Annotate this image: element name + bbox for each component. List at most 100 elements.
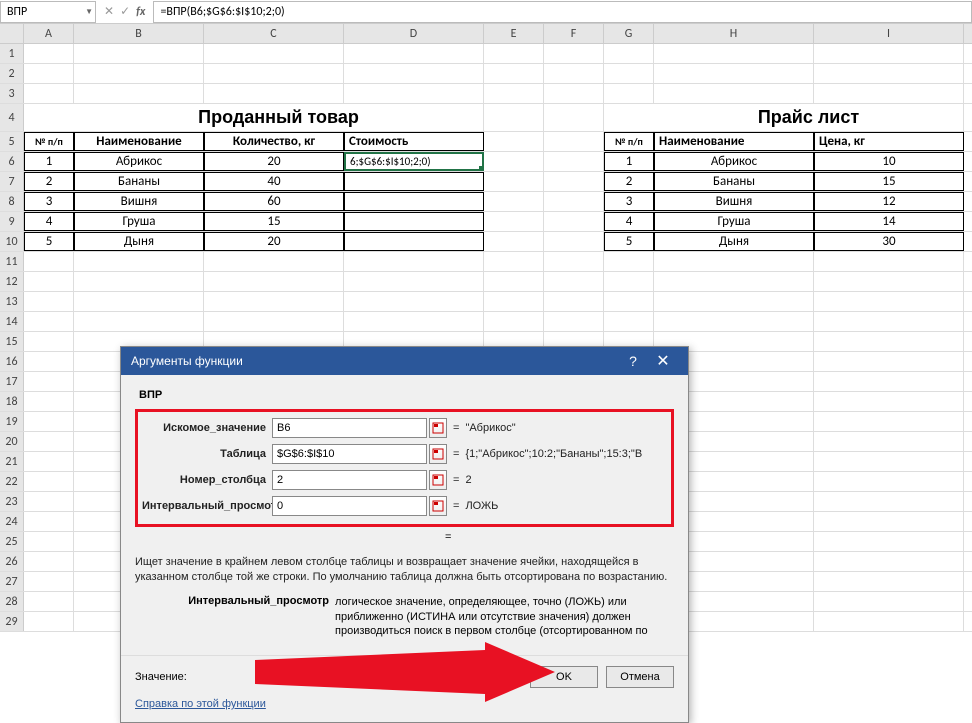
cell-A18[interactable]: [24, 392, 74, 411]
cell-D1[interactable]: [344, 44, 484, 63]
cell-B6[interactable]: Абрикос: [74, 152, 204, 171]
cell-C1[interactable]: [204, 44, 344, 63]
col-header-H[interactable]: H: [654, 24, 814, 43]
cell-I17[interactable]: [814, 372, 964, 391]
cell-I9[interactable]: 14: [814, 212, 964, 231]
cell-I23[interactable]: [814, 492, 964, 511]
cell-B13[interactable]: [74, 292, 204, 311]
ok-button[interactable]: OK: [530, 666, 598, 688]
cell-A11[interactable]: [24, 252, 74, 271]
cell-D2[interactable]: [344, 64, 484, 83]
cell-E6[interactable]: [484, 152, 544, 171]
cell-B1[interactable]: [74, 44, 204, 63]
dialog-close-icon[interactable]: ✕: [648, 351, 678, 371]
cell-E1[interactable]: [484, 44, 544, 63]
row-header-6[interactable]: 6: [0, 152, 24, 171]
cell-H1[interactable]: [654, 44, 814, 63]
range-picker-icon[interactable]: [429, 470, 447, 490]
cell-I21[interactable]: [814, 452, 964, 471]
cell-A16[interactable]: [24, 352, 74, 371]
accept-formula-icon[interactable]: ✓: [120, 4, 130, 19]
cell-A10[interactable]: 5: [24, 232, 74, 251]
cell-A14[interactable]: [24, 312, 74, 331]
cell-I6[interactable]: 10: [814, 152, 964, 171]
cell-A12[interactable]: [24, 272, 74, 291]
col-header-E[interactable]: E: [484, 24, 544, 43]
row-header-7[interactable]: 7: [0, 172, 24, 191]
cell-A1[interactable]: [24, 44, 74, 63]
row-header-10[interactable]: 10: [0, 232, 24, 251]
cell-A8[interactable]: 3: [24, 192, 74, 211]
name-box-dropdown-icon[interactable]: ▼: [85, 7, 93, 17]
cell-A20[interactable]: [24, 432, 74, 451]
cell-I28[interactable]: [814, 592, 964, 611]
select-all-corner[interactable]: [0, 24, 24, 43]
cell-A3[interactable]: [24, 84, 74, 103]
cell-A17[interactable]: [24, 372, 74, 391]
cell-A29[interactable]: [24, 612, 74, 631]
cell-I22[interactable]: [814, 472, 964, 491]
cell-F12[interactable]: [544, 272, 604, 291]
cell-G13[interactable]: [604, 292, 654, 311]
insert-function-icon[interactable]: fx: [136, 5, 145, 19]
cell-D6[interactable]: 6;$G$6:$I$10;2;0): [344, 152, 484, 171]
cell-F13[interactable]: [544, 292, 604, 311]
cell-C3[interactable]: [204, 84, 344, 103]
cell-F10[interactable]: [544, 232, 604, 251]
col-header-G[interactable]: G: [604, 24, 654, 43]
cell-I16[interactable]: [814, 352, 964, 371]
cell-F11[interactable]: [544, 252, 604, 271]
row-header-1[interactable]: 1: [0, 44, 24, 63]
cell-B12[interactable]: [74, 272, 204, 291]
cell-E12[interactable]: [484, 272, 544, 291]
cell-I19[interactable]: [814, 412, 964, 431]
cell-I2[interactable]: [814, 64, 964, 83]
cell-A2[interactable]: [24, 64, 74, 83]
cell-B3[interactable]: [74, 84, 204, 103]
cell-F1[interactable]: [544, 44, 604, 63]
cell-F3[interactable]: [544, 84, 604, 103]
cell-F2[interactable]: [544, 64, 604, 83]
cell-C8[interactable]: 60: [204, 192, 344, 211]
cell-H5[interactable]: Наименование: [654, 132, 814, 151]
cell-I12[interactable]: [814, 272, 964, 291]
cell-G10[interactable]: 5: [604, 232, 654, 251]
cell-E5[interactable]: [484, 132, 544, 151]
cell-H4[interactable]: Прайс лист: [654, 104, 964, 131]
row-header-20[interactable]: 20: [0, 432, 24, 451]
cell-A7[interactable]: 2: [24, 172, 74, 191]
row-header-27[interactable]: 27: [0, 572, 24, 591]
row-header-14[interactable]: 14: [0, 312, 24, 331]
cell-G14[interactable]: [604, 312, 654, 331]
arg-input-3[interactable]: [272, 496, 427, 516]
cell-B14[interactable]: [74, 312, 204, 331]
cell-F4[interactable]: [544, 104, 604, 131]
range-picker-icon[interactable]: [429, 496, 447, 516]
cell-H14[interactable]: [654, 312, 814, 331]
cell-D5[interactable]: Стоимость: [344, 132, 484, 151]
cell-B8[interactable]: Вишня: [74, 192, 204, 211]
cell-E9[interactable]: [484, 212, 544, 231]
row-header-2[interactable]: 2: [0, 64, 24, 83]
cell-F14[interactable]: [544, 312, 604, 331]
row-header-23[interactable]: 23: [0, 492, 24, 511]
arg-input-0[interactable]: [272, 418, 427, 438]
cell-E2[interactable]: [484, 64, 544, 83]
cell-D14[interactable]: [344, 312, 484, 331]
cell-I11[interactable]: [814, 252, 964, 271]
cell-A24[interactable]: [24, 512, 74, 531]
cell-G11[interactable]: [604, 252, 654, 271]
cell-C12[interactable]: [204, 272, 344, 291]
range-picker-icon[interactable]: [429, 418, 447, 438]
cell-I14[interactable]: [814, 312, 964, 331]
row-header-16[interactable]: 16: [0, 352, 24, 371]
name-box[interactable]: ВПР ▼: [0, 1, 96, 23]
cell-A26[interactable]: [24, 552, 74, 571]
cell-C11[interactable]: [204, 252, 344, 271]
cell-G9[interactable]: 4: [604, 212, 654, 231]
cell-I26[interactable]: [814, 552, 964, 571]
cell-A19[interactable]: [24, 412, 74, 431]
cell-F8[interactable]: [544, 192, 604, 211]
cell-F6[interactable]: [544, 152, 604, 171]
arg-input-1[interactable]: [272, 444, 427, 464]
